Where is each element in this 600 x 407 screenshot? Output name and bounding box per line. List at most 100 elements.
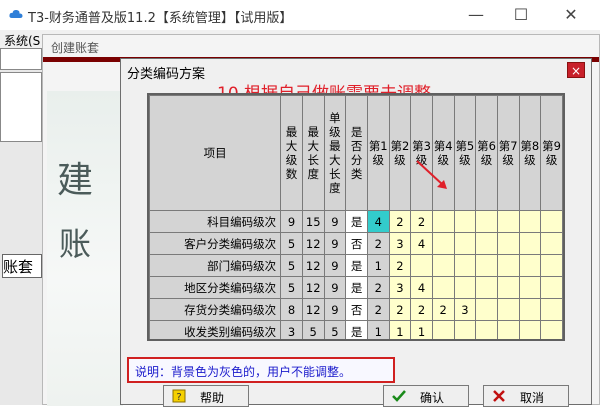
cell-level-7[interactable] xyxy=(496,232,520,255)
cell-level-6[interactable] xyxy=(475,298,498,321)
cell-level-7[interactable] xyxy=(496,298,520,321)
row-name: 科目编码级次 xyxy=(149,210,282,233)
menu-system[interactable]: 系统(S xyxy=(4,32,40,49)
create-account-title: 创建账套 xyxy=(51,41,100,55)
cell-max-levels: 3 xyxy=(280,320,303,339)
cell-level-3[interactable]: 1 xyxy=(410,320,433,339)
cell-level-5[interactable]: 3 xyxy=(453,298,477,321)
cell-max-levels: 5 xyxy=(280,276,303,299)
cell-level-9[interactable] xyxy=(540,276,563,299)
cell-level-8[interactable] xyxy=(518,254,542,277)
table-row: 地区分类编码级次 5 12 9 是 2 3 4 xyxy=(149,276,563,299)
cell-level-3[interactable]: 2 xyxy=(410,210,433,233)
cell-level-8[interactable] xyxy=(518,210,542,233)
cell-max-levels: 5 xyxy=(280,232,303,255)
cell-level-2[interactable]: 2 xyxy=(388,210,412,233)
cell-level-6[interactable] xyxy=(475,210,498,233)
cell-level-4[interactable]: 2 xyxy=(431,298,455,321)
help-button[interactable]: ? 帮助 xyxy=(163,385,249,407)
cell-level-1[interactable]: 1 xyxy=(366,320,390,339)
cell-level-4[interactable] xyxy=(431,276,455,299)
cell-level-9[interactable] xyxy=(540,232,563,255)
table-row: 科目编码级次 9 15 9 是 4 2 2 xyxy=(149,210,563,233)
cell-level-5[interactable] xyxy=(453,276,477,299)
cell-level-2[interactable]: 2 xyxy=(388,254,412,277)
cell-level-8[interactable] xyxy=(518,298,542,321)
cell-max-length: 12 xyxy=(301,298,325,321)
create-account-art-panel: 建 账 xyxy=(47,91,123,406)
checkmark-icon xyxy=(392,390,406,402)
cell-level-7[interactable] xyxy=(496,254,520,277)
ok-button[interactable]: 确认 xyxy=(383,385,469,407)
cell-level-2[interactable]: 3 xyxy=(388,232,412,255)
main-window-left-panel xyxy=(0,48,42,405)
svg-text:?: ? xyxy=(176,392,181,403)
art-char-jian: 建 xyxy=(57,160,94,201)
cell-level-3[interactable]: 4 xyxy=(410,232,433,255)
account-label: 账套 xyxy=(2,254,42,278)
cell-level-4[interactable] xyxy=(431,232,455,255)
table-row: 存货分类编码级次 8 12 9 否 2 2 2 2 3 xyxy=(149,298,563,321)
cancel-button[interactable]: 取消 xyxy=(483,385,569,407)
cell-level-7[interactable] xyxy=(496,320,520,339)
cell-max-length: 12 xyxy=(301,254,325,277)
row-name: 收发类别编码级次 xyxy=(149,320,282,339)
cell-level-9[interactable] xyxy=(540,254,563,277)
cell-level-5[interactable] xyxy=(453,232,477,255)
header-level-5: 第5级 xyxy=(453,95,477,211)
cell-level-1[interactable]: 2 xyxy=(366,298,390,321)
cell-level-3[interactable] xyxy=(410,254,433,277)
cell-level-8[interactable] xyxy=(518,276,542,299)
help-button-label: 帮助 xyxy=(200,391,225,405)
cell-max-length: 5 xyxy=(301,320,325,339)
cell-level-1[interactable]: 2 xyxy=(366,232,390,255)
minimize-button[interactable]: — xyxy=(465,5,487,25)
header-item: 项目 xyxy=(149,95,282,211)
cell-level-5[interactable] xyxy=(453,320,477,339)
annotation-arrow xyxy=(416,160,447,189)
dialog-close-button[interactable]: × xyxy=(567,62,585,78)
cell-level-1[interactable]: 4 xyxy=(366,210,390,233)
cell-level-7[interactable] xyxy=(496,276,520,299)
cell-level-3[interactable]: 2 xyxy=(410,298,433,321)
cell-level-4[interactable] xyxy=(431,320,455,339)
header-level-9: 第9级 xyxy=(540,95,563,211)
cell-level-1[interactable]: 1 xyxy=(366,254,390,277)
cell-level-4[interactable] xyxy=(431,210,455,233)
header-level-8: 第8级 xyxy=(518,95,542,211)
cell-level-5[interactable] xyxy=(453,210,477,233)
cell-max-levels: 8 xyxy=(280,298,303,321)
art-char-zhang: 账 xyxy=(59,225,92,263)
cell-level-9[interactable] xyxy=(540,210,563,233)
header-max-levels: 最大级数 xyxy=(280,95,303,211)
cell-max-single: 9 xyxy=(323,276,347,299)
row-name: 存货分类编码级次 xyxy=(149,298,282,321)
cell-level-4[interactable] xyxy=(431,254,455,277)
cell-level-6[interactable] xyxy=(475,232,498,255)
cell-level-1[interactable]: 2 xyxy=(366,276,390,299)
header-max-length: 最大长度 xyxy=(301,95,325,211)
app-titlebar: T3-财务通普及版11.2【系统管理】【试用版】 — ☐ ✕ xyxy=(0,0,600,30)
cell-max-single: 9 xyxy=(323,298,347,321)
maximize-button[interactable]: ☐ xyxy=(510,5,532,25)
cell-level-2[interactable]: 3 xyxy=(388,276,412,299)
cell-level-6[interactable] xyxy=(475,254,498,277)
cell-level-9[interactable] xyxy=(540,298,563,321)
cell-level-3[interactable]: 4 xyxy=(410,276,433,299)
cell-level-8[interactable] xyxy=(518,320,542,339)
cell-max-length: 15 xyxy=(301,210,325,233)
cell-level-2[interactable]: 2 xyxy=(388,298,412,321)
close-button[interactable]: ✕ xyxy=(560,5,582,25)
ok-button-label: 确认 xyxy=(420,391,445,405)
cancel-button-label: 取消 xyxy=(520,391,545,405)
header-max-single-length: 单级最大长度 xyxy=(323,95,347,211)
cell-level-9[interactable] xyxy=(540,320,563,339)
cell-level-2[interactable]: 1 xyxy=(388,320,412,339)
coding-scheme-dialog: 分类编码方案 × 10.根据自己做账需要去调整 项目 最大级数 最大长度 单级最… xyxy=(120,58,592,407)
cell-classified: 否 xyxy=(345,232,368,255)
cell-level-5[interactable] xyxy=(453,254,477,277)
cell-level-8[interactable] xyxy=(518,232,542,255)
cell-level-6[interactable] xyxy=(475,276,498,299)
cell-level-7[interactable] xyxy=(496,210,520,233)
cell-level-6[interactable] xyxy=(475,320,498,339)
